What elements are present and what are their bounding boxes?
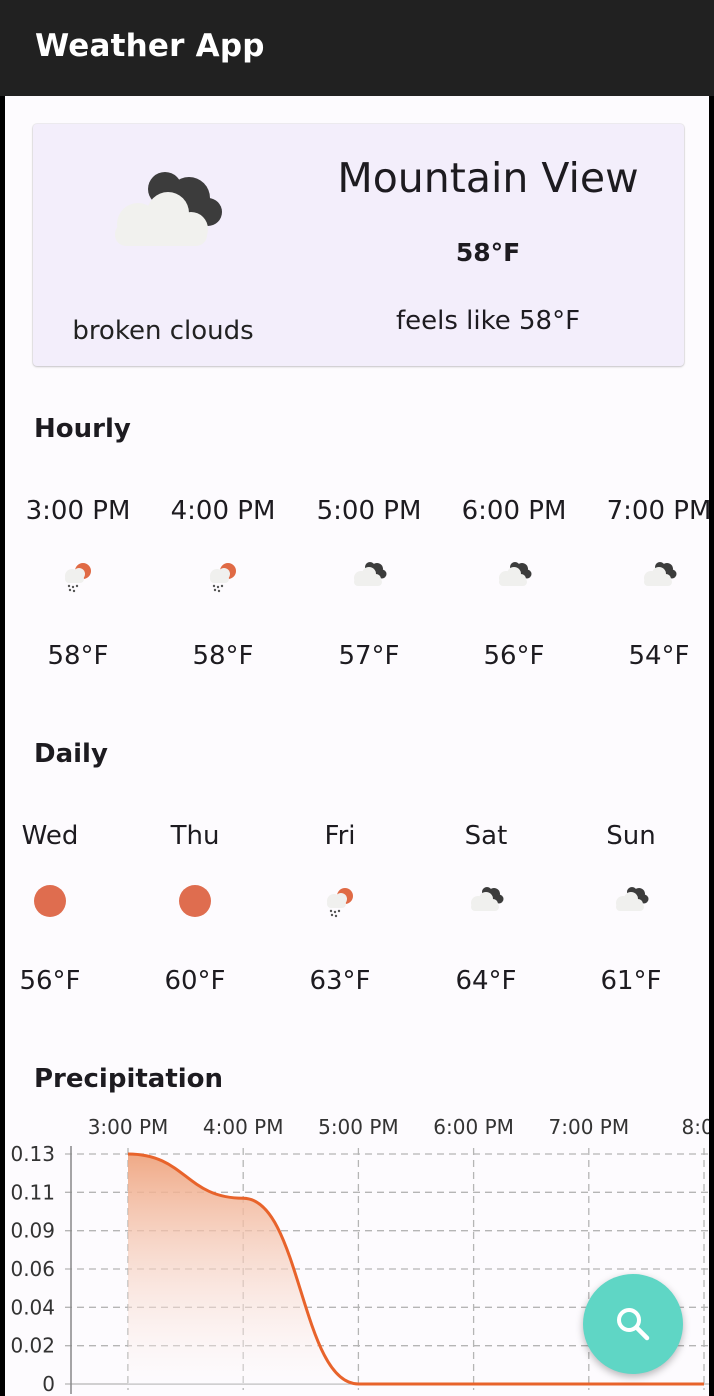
sun-icon bbox=[34, 885, 66, 917]
x-tick-label: 3:00 PM bbox=[88, 1115, 169, 1139]
hourly-time: 7:00 PM bbox=[606, 496, 709, 526]
daily-day: Thu bbox=[170, 821, 220, 851]
daily-temp: 56°F bbox=[19, 966, 81, 996]
rain-sun-icon bbox=[210, 563, 236, 593]
hourly-time: 6:00 PM bbox=[461, 496, 567, 526]
broken-clouds-icon bbox=[644, 562, 677, 586]
hourly-item: 4:00 PM 58°F bbox=[153, 496, 293, 696]
app-bar: Weather App bbox=[0, 0, 714, 96]
daily-forecast[interactable]: Wed 56°F Thu 60°F Fri 63°F Sat 64°F Sun … bbox=[5, 821, 709, 1041]
daily-day: Wed bbox=[21, 821, 79, 851]
rain-sun-icon bbox=[65, 563, 91, 593]
broken-clouds-icon bbox=[616, 887, 649, 911]
daily-day: Sat bbox=[464, 821, 508, 851]
y-tick-label: 0.06 bbox=[10, 1257, 55, 1281]
main-content[interactable]: broken clouds Mountain View 58°F feels l… bbox=[5, 96, 709, 1396]
x-tick-label: 8:00 bbox=[682, 1115, 709, 1139]
daily-title: Daily bbox=[34, 739, 108, 769]
daily-item: Thu 60°F bbox=[125, 821, 265, 1021]
y-tick-label: 0.11 bbox=[10, 1180, 55, 1204]
hourly-title: Hourly bbox=[34, 414, 131, 444]
hourly-temp: 58°F bbox=[47, 641, 109, 671]
daily-item: Wed 56°F bbox=[5, 821, 120, 1021]
daily-day: Sun bbox=[606, 821, 656, 851]
hourly-item: 6:00 PM 56°F bbox=[444, 496, 584, 696]
hourly-temp: 54°F bbox=[628, 641, 690, 671]
rain-sun-icon bbox=[327, 888, 353, 918]
search-icon bbox=[617, 1308, 650, 1341]
hourly-item: 3:00 PM 58°F bbox=[8, 496, 148, 696]
app-title: Weather App bbox=[35, 28, 265, 64]
hourly-temp: 56°F bbox=[483, 641, 545, 671]
hourly-item: 7:00 PM 54°F bbox=[589, 496, 709, 696]
daily-temp: 63°F bbox=[309, 966, 371, 996]
x-tick-label: 6:00 PM bbox=[433, 1115, 514, 1139]
daily-day: Fri bbox=[324, 821, 356, 851]
broken-clouds-icon bbox=[115, 172, 222, 246]
weather-condition: broken clouds bbox=[72, 316, 254, 346]
y-tick-label: 0.04 bbox=[10, 1295, 55, 1319]
hourly-time: 3:00 PM bbox=[25, 496, 131, 526]
hourly-forecast[interactable]: 3:00 PM 58°F 4:00 PM 58°F 5:00 PM 57°F 6… bbox=[5, 496, 709, 716]
city-name: Mountain View bbox=[337, 154, 639, 202]
hourly-time: 5:00 PM bbox=[316, 496, 422, 526]
y-tick-label: 0 bbox=[42, 1372, 55, 1396]
daily-temp: 64°F bbox=[455, 966, 517, 996]
sun-icon bbox=[179, 885, 211, 917]
x-tick-label: 5:00 PM bbox=[318, 1115, 399, 1139]
broken-clouds-icon bbox=[499, 562, 532, 586]
daily-temp: 60°F bbox=[164, 966, 226, 996]
feels-like: feels like 58°F bbox=[395, 306, 581, 336]
precipitation-title: Precipitation bbox=[34, 1064, 224, 1094]
daily-item: Fri 63°F bbox=[270, 821, 410, 1021]
hourly-temp: 58°F bbox=[192, 641, 254, 671]
current-weather-card: broken clouds Mountain View 58°F feels l… bbox=[33, 124, 684, 366]
x-tick-label: 7:00 PM bbox=[549, 1115, 630, 1139]
daily-temp: 61°F bbox=[600, 966, 662, 996]
hourly-item: 5:00 PM 57°F bbox=[299, 496, 439, 696]
daily-item: Sun 61°F bbox=[561, 821, 701, 1021]
search-button[interactable] bbox=[583, 1274, 683, 1374]
hourly-time: 4:00 PM bbox=[170, 496, 276, 526]
broken-clouds-icon bbox=[471, 887, 504, 911]
broken-clouds-icon bbox=[354, 562, 387, 586]
daily-item: Sat 64°F bbox=[416, 821, 556, 1021]
current-temperature: 58°F bbox=[455, 238, 521, 267]
y-tick-label: 0.13 bbox=[10, 1142, 55, 1166]
y-tick-label: 0.09 bbox=[10, 1219, 55, 1243]
y-tick-label: 0.02 bbox=[10, 1334, 55, 1358]
hourly-temp: 57°F bbox=[338, 641, 400, 671]
x-tick-label: 4:00 PM bbox=[203, 1115, 284, 1139]
